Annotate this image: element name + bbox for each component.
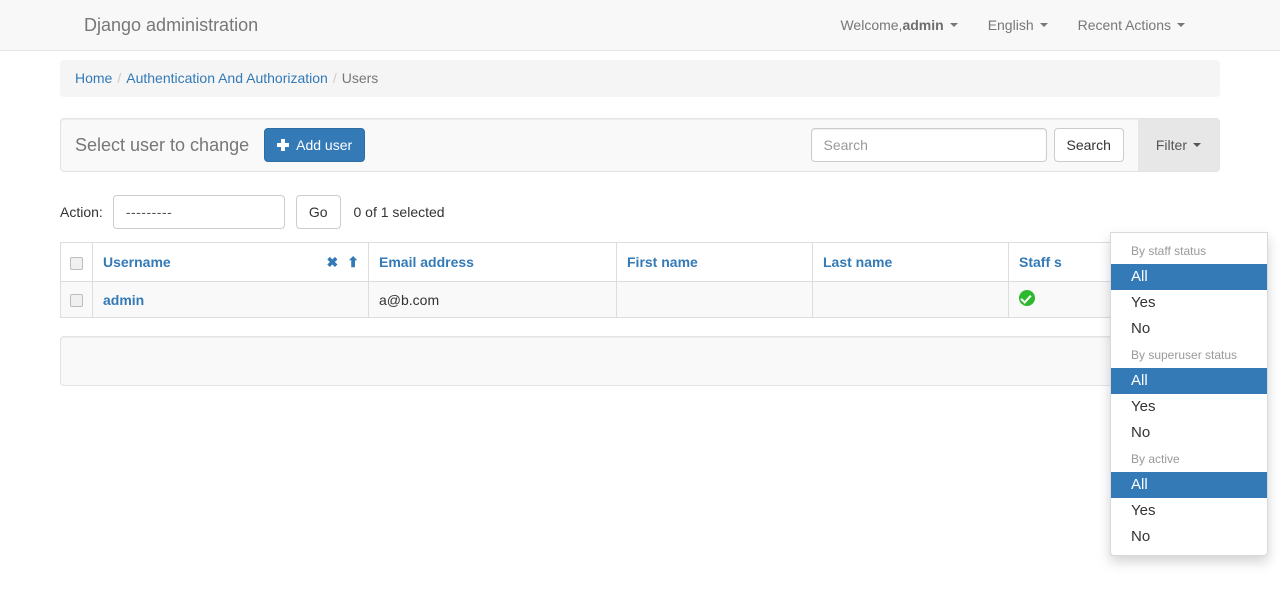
sort-clear-icon[interactable]: ✖: [327, 255, 339, 269]
breadcrumb: Home / Authentication And Authorization / Us…: [60, 60, 1220, 97]
row-checkbox[interactable]: [70, 294, 83, 308]
action-go-button[interactable]: Go: [295, 195, 341, 229]
filter-option-active-no[interactable]: No: [1111, 524, 1267, 550]
column-label-username: Username: [103, 254, 171, 270]
filter-group-header-staff-status: By staff status: [1131, 244, 1207, 258]
page-title: Select user to change: [75, 134, 250, 155]
filter-option-staff-no[interactable]: No: [1111, 316, 1267, 342]
column-label-staff-status: Staff s: [1019, 254, 1062, 270]
green-check-icon: [1019, 290, 1035, 306]
language-label: English: [987, 17, 1034, 33]
chevron-down-icon: [949, 23, 958, 27]
navbar-inner: Django administration Welcome, admin Eng…: [60, 0, 1220, 50]
breadcrumb-home[interactable]: Home: [75, 70, 112, 86]
row-select-cell: [60, 281, 93, 318]
filter-option-active-all[interactable]: All: [1111, 472, 1267, 498]
add-user-label: Add user: [296, 137, 353, 153]
filter-label: Filter: [1155, 137, 1187, 153]
recent-actions-label: Recent Actions: [1077, 17, 1171, 33]
cell-last-name: [812, 281, 1009, 318]
welcome-prefix: Welcome,: [840, 17, 903, 33]
object-tools-panel: Select user to change Add user Search Fi…: [60, 118, 1220, 172]
content-wrapper: Home / Authentication And Authorization / Us…: [60, 60, 1268, 556]
filter-option-active-yes[interactable]: Yes: [1111, 498, 1267, 524]
pagination-panel: [60, 336, 1220, 386]
sort-ascending-icon[interactable]: ⬆: [347, 255, 359, 269]
page-container: Home / Authentication And Authorization / Us…: [0, 51, 1280, 556]
sort-controls: ✖ ⬆: [327, 255, 359, 269]
search-button[interactable]: Search: [1053, 128, 1124, 162]
chevron-down-icon: [1039, 23, 1048, 27]
add-user-button[interactable]: Add user: [264, 128, 366, 162]
action-select[interactable]: ---------: [112, 195, 285, 229]
top-navbar: Django administration Welcome, admin Eng…: [0, 0, 1280, 51]
recent-actions-menu[interactable]: Recent Actions: [1063, 15, 1200, 35]
filter-option-superuser-yes[interactable]: Yes: [1111, 394, 1267, 420]
user-tools-welcome[interactable]: Welcome, admin: [825, 15, 972, 35]
breadcrumb-separator: /: [332, 70, 337, 86]
cell-first-name: [616, 281, 813, 318]
table-header-row: Username ✖ ⬆ Email address First name La…: [60, 242, 1201, 282]
column-header-email[interactable]: Email address: [368, 242, 617, 282]
table-row: admin a@b.com: [60, 281, 1201, 318]
results-table: Username ✖ ⬆ Email address First name La…: [60, 242, 1201, 318]
language-menu[interactable]: English: [973, 15, 1063, 35]
breadcrumb-current: Users: [341, 70, 379, 86]
caret-down-icon: [1193, 143, 1201, 147]
filter-option-staff-all[interactable]: All: [1111, 264, 1267, 290]
site-brand[interactable]: Django administration: [84, 13, 258, 37]
results-table-wrapper: Username ✖ ⬆ Email address First name La…: [60, 242, 1201, 318]
table-head: Username ✖ ⬆ Email address First name La…: [60, 242, 1201, 282]
table-body: admin a@b.com: [60, 281, 1201, 318]
chevron-down-icon: [1177, 23, 1185, 27]
select-all-header: [60, 242, 93, 282]
action-label: Action:: [60, 204, 103, 220]
filter-group-header-active: By active: [1131, 452, 1180, 466]
filter-toggle-button[interactable]: Filter: [1137, 119, 1219, 171]
actions-bar: Action: --------- Go 0 of 1 selected: [60, 194, 1220, 230]
user-link[interactable]: admin: [103, 292, 144, 308]
select-all-checkbox[interactable]: [70, 256, 83, 270]
filter-option-superuser-no[interactable]: No: [1111, 420, 1267, 446]
cell-email: a@b.com: [368, 281, 617, 318]
plus-icon: [277, 139, 290, 151]
navbar-right-menu: Welcome, admin English Recent Actions: [825, 15, 1200, 35]
filter-option-staff-yes[interactable]: Yes: [1111, 290, 1267, 316]
column-header-last-name[interactable]: Last name: [812, 242, 1009, 282]
toolbar-right: Search Filter: [810, 119, 1219, 171]
filter-dropdown-menu: By staff status All Yes No By superuser …: [1110, 232, 1268, 556]
filter-option-superuser-all[interactable]: All: [1111, 368, 1267, 394]
column-label-email: Email address: [379, 254, 474, 270]
filter-group-header-superuser-status: By superuser status: [1131, 348, 1238, 362]
search-form: Search: [810, 119, 1124, 171]
breadcrumb-app[interactable]: Authentication And Authorization: [126, 70, 328, 86]
column-header-first-name[interactable]: First name: [616, 242, 813, 282]
welcome-username: admin: [902, 17, 944, 33]
search-input[interactable]: [810, 128, 1047, 162]
column-label-last-name: Last name: [823, 254, 893, 270]
column-header-username[interactable]: Username ✖ ⬆: [92, 242, 369, 282]
cell-username: admin: [92, 281, 369, 318]
column-label-first-name: First name: [627, 254, 698, 270]
breadcrumb-separator: /: [117, 70, 122, 86]
selection-counter: 0 of 1 selected: [353, 204, 445, 220]
